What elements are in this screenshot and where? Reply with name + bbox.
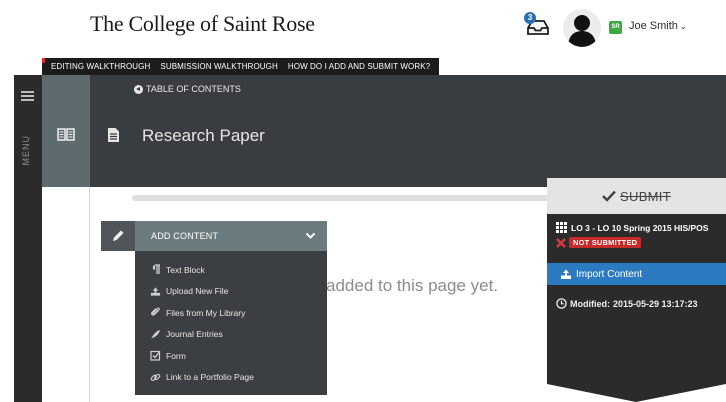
add-content-button[interactable]: ADD CONTENT bbox=[135, 221, 327, 251]
grid-icon bbox=[556, 222, 567, 233]
menu-item-journal-entries[interactable]: Journal Entries bbox=[135, 324, 327, 346]
menu-item-label: Upload New File bbox=[166, 286, 229, 297]
table-of-contents-link[interactable]: TABLE OF CONTENTS bbox=[134, 84, 241, 94]
menu-item-portfolio-link[interactable]: Link to a Portfolio Page bbox=[135, 367, 327, 389]
empty-page-message: added to this page yet. bbox=[326, 276, 499, 295]
panel-pointer bbox=[547, 384, 726, 402]
status-row: NOT SUBMITTED bbox=[556, 237, 642, 248]
add-content-menu: Text Block Upload New File Files from My… bbox=[135, 251, 327, 395]
top-header: The College of Saint Rose 3 SR Joe Smith… bbox=[14, 0, 726, 58]
notifications-button[interactable]: 3 bbox=[524, 12, 550, 38]
add-content-label: ADD CONTENT bbox=[151, 231, 219, 241]
checkmark-icon bbox=[602, 190, 616, 202]
submit-label: SUBMIT bbox=[620, 188, 671, 204]
link-icon bbox=[150, 372, 161, 383]
app-frame: The College of Saint Rose 3 SR Joe Smith… bbox=[14, 0, 726, 402]
paperclip-icon bbox=[150, 307, 161, 318]
chevron-down-icon bbox=[305, 232, 316, 239]
user-badge: SR bbox=[609, 21, 622, 34]
menu-item-label: Link to a Portfolio Page bbox=[166, 372, 254, 383]
circle-arrow-left-icon bbox=[134, 84, 143, 94]
submission-details: LO 3 - LO 10 Spring 2015 HIS/POS NOT SUB… bbox=[547, 214, 726, 402]
hamburger-icon[interactable] bbox=[21, 91, 34, 101]
portfolio-toggle[interactable] bbox=[42, 75, 90, 187]
paragraph-icon bbox=[150, 264, 161, 275]
modified-value: 2015-05-29 13:17:23 bbox=[613, 298, 698, 309]
menu-item-form[interactable]: Form bbox=[135, 345, 327, 367]
submission-walkthrough-link[interactable]: SUBMISSION WALKTHROUGH bbox=[155, 62, 282, 71]
user-menu-toggle[interactable]: Joe Smith ⌄ bbox=[629, 20, 687, 32]
person-silhouette-icon bbox=[568, 15, 596, 47]
college-logo-title[interactable]: The College of Saint Rose bbox=[90, 11, 315, 37]
assignment-name: LO 3 - LO 10 Spring 2015 HIS/POS bbox=[571, 222, 709, 233]
checkbox-icon bbox=[150, 350, 161, 361]
modified-label: Modified: bbox=[570, 298, 610, 309]
edit-button[interactable] bbox=[101, 221, 135, 251]
menu-item-files-library[interactable]: Files from My Library bbox=[135, 302, 327, 324]
content-divider bbox=[132, 195, 576, 201]
x-mark-icon bbox=[556, 237, 566, 248]
upload-icon bbox=[150, 286, 161, 297]
menu-item-label: Journal Entries bbox=[166, 329, 223, 340]
menu-rail[interactable]: MENU bbox=[14, 75, 42, 402]
portfolio-column bbox=[42, 75, 90, 402]
toc-label: TABLE OF CONTENTS bbox=[146, 84, 241, 94]
import-label: Import Content bbox=[576, 268, 643, 280]
user-name-label: Joe Smith bbox=[629, 20, 678, 32]
walkthrough-bar: EDITING WALKTHROUGH SUBMISSION WALKTHROU… bbox=[42, 58, 440, 75]
quill-icon bbox=[150, 329, 161, 340]
document-icon bbox=[108, 128, 119, 142]
submission-panel: SUBMIT LO 3 - LO 10 Spring 2015 HIS/POS … bbox=[547, 178, 726, 402]
notification-badge: 3 bbox=[524, 12, 536, 24]
menu-item-label: Form bbox=[166, 350, 186, 361]
import-tray-icon bbox=[561, 269, 571, 279]
chevron-down-icon: ⌄ bbox=[679, 22, 687, 31]
menu-item-label: Files from My Library bbox=[166, 307, 246, 318]
page-title: Research Paper bbox=[142, 126, 265, 145]
page-header: TABLE OF CONTENTS Research Paper bbox=[90, 75, 726, 187]
status-badge: NOT SUBMITTED bbox=[569, 237, 642, 248]
import-content-button[interactable]: Import Content bbox=[547, 263, 726, 285]
pencil-icon bbox=[113, 230, 124, 241]
user-avatar[interactable] bbox=[563, 9, 601, 47]
menu-item-text-block[interactable]: Text Block bbox=[135, 259, 327, 281]
menu-item-label: Text Block bbox=[166, 264, 205, 275]
editing-walkthrough-link[interactable]: EDITING WALKTHROUGH bbox=[46, 62, 155, 71]
open-book-icon bbox=[57, 128, 75, 141]
active-marker bbox=[42, 58, 45, 63]
how-to-submit-link[interactable]: HOW DO I ADD AND SUBMIT WORK? bbox=[283, 62, 435, 71]
menu-item-upload-file[interactable]: Upload New File bbox=[135, 281, 327, 303]
clock-icon bbox=[556, 298, 567, 309]
submit-button[interactable]: SUBMIT bbox=[547, 178, 726, 214]
assignment-row[interactable]: LO 3 - LO 10 Spring 2015 HIS/POS bbox=[556, 222, 708, 233]
menu-label[interactable]: MENU bbox=[21, 135, 31, 166]
modified-timestamp: Modified: 2015-05-29 13:17:23 bbox=[556, 298, 698, 309]
